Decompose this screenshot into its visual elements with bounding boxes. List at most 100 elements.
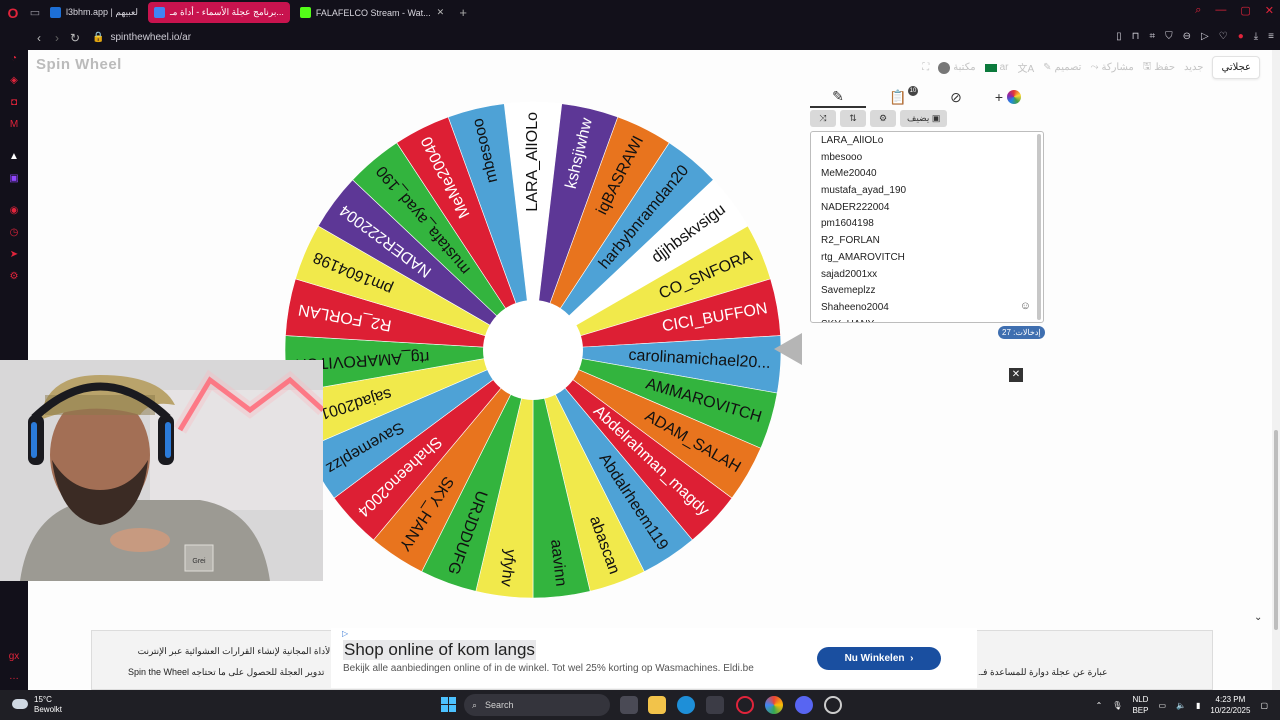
messenger-icon[interactable]: ◘ bbox=[7, 96, 21, 110]
send-icon[interactable]: ➤ bbox=[7, 248, 21, 262]
advertisement[interactable]: ▷ Shop online of kom langs Bekijk alle a… bbox=[331, 628, 977, 688]
scrollbar-thumb[interactable] bbox=[1274, 430, 1278, 630]
m-icon[interactable]: M bbox=[7, 118, 21, 132]
display-icon[interactable]: ▭ bbox=[1158, 701, 1166, 710]
history-icon[interactable]: ◷ bbox=[7, 226, 21, 240]
download-icon[interactable]: ⤓ bbox=[1254, 31, 1258, 42]
language-indicator[interactable]: NLD BEP bbox=[1132, 694, 1148, 716]
reload-icon[interactable]: ↻ bbox=[66, 31, 84, 45]
battery-icon[interactable]: ▮ bbox=[1196, 701, 1200, 710]
sort-button[interactable]: ⇅ bbox=[840, 110, 866, 127]
gallery-button[interactable]: مكتبة bbox=[938, 61, 976, 74]
gx-icon[interactable]: gx bbox=[7, 650, 21, 664]
entry-line[interactable]: Shaheeno2004 bbox=[821, 300, 1033, 317]
microphone-icon[interactable]: 🎙 bbox=[1112, 701, 1122, 710]
entry-line[interactable]: mbesooo bbox=[821, 150, 1033, 167]
fullscreen-button[interactable]: ⛶ bbox=[922, 62, 929, 73]
my-wheels-button[interactable]: عجلاتي bbox=[1212, 56, 1260, 79]
opera-logo-icon[interactable]: O bbox=[0, 0, 26, 25]
heart-icon[interactable]: ♡ bbox=[1219, 31, 1228, 42]
entries-textarea[interactable]: LARA_AlIOLo mbesooo MeMe20040 mustafa_ayad_… bbox=[810, 131, 1044, 323]
wheel-center-hub[interactable] bbox=[483, 300, 583, 400]
entries-scrollbar[interactable] bbox=[1037, 134, 1041, 320]
twitch-icon[interactable]: ▣ bbox=[7, 172, 21, 186]
ad-cta-button[interactable]: Nu Winkelen › bbox=[817, 647, 941, 670]
back-icon[interactable]: ‹ bbox=[30, 31, 48, 45]
store-icon[interactable] bbox=[706, 696, 724, 714]
bookmark-icon[interactable]: ⊓ bbox=[1132, 31, 1140, 42]
page-scrollbar[interactable] bbox=[1272, 50, 1280, 690]
language-button[interactable]: ar bbox=[984, 62, 1008, 73]
tab-spin-wheel[interactable]: برنامج عجلة الأسماء - أداة مـ... bbox=[148, 2, 290, 23]
tab-add-color[interactable]: + bbox=[980, 86, 1036, 108]
notification-icon[interactable]: ▢ bbox=[1260, 701, 1268, 710]
taskbar-search[interactable]: ⌕ Search bbox=[464, 694, 610, 716]
spin-wheel[interactable]: LARA_AlIOLo kshsjiwhw iqBASRAWI harbybnramd… bbox=[283, 100, 783, 600]
more-icon[interactable]: … bbox=[7, 670, 21, 684]
crypto-wallet-icon[interactable]: ◈ bbox=[7, 74, 21, 88]
task-view-icon[interactable] bbox=[620, 696, 638, 714]
entry-line[interactable]: sajad2001xx bbox=[821, 267, 1033, 284]
entry-line[interactable]: MeMe20040 bbox=[821, 166, 1033, 183]
minimize-icon[interactable]: — bbox=[1215, 4, 1226, 17]
search-icon[interactable]: ⌕ bbox=[1195, 4, 1201, 17]
maximize-icon[interactable]: ▢ bbox=[1240, 4, 1250, 17]
windows-start-icon[interactable] bbox=[441, 697, 456, 712]
opera-gx-icon[interactable] bbox=[736, 696, 754, 714]
player-sidebar-icon[interactable]: ◉ bbox=[7, 204, 21, 218]
chrome-icon[interactable] bbox=[765, 696, 783, 714]
adblock-icon[interactable]: ⊖ bbox=[1183, 31, 1191, 42]
tab-edit[interactable]: ✎ bbox=[810, 86, 866, 108]
file-explorer-icon[interactable] bbox=[648, 696, 666, 714]
discord-icon[interactable] bbox=[795, 696, 813, 714]
site-logo[interactable]: Spin Wheel bbox=[36, 56, 122, 73]
share-button[interactable]: ⤳ مشاركة bbox=[1090, 62, 1133, 73]
entry-line[interactable]: pm1604198 bbox=[821, 216, 1033, 233]
tab-falafelco[interactable]: FALAFELCO Stream - Wat... ✕ bbox=[294, 2, 450, 23]
volume-icon[interactable]: 🔈 bbox=[1176, 701, 1186, 710]
account-icon[interactable]: ● bbox=[1238, 31, 1244, 42]
adchoices-icon[interactable]: ▷ bbox=[342, 629, 348, 638]
entry-line[interactable]: mustafa_ayad_190 bbox=[821, 183, 1033, 200]
close-tab-icon[interactable]: ✕ bbox=[437, 7, 445, 18]
clock[interactable]: 4:23 PM 10/22/2025 bbox=[1210, 694, 1250, 716]
menu-icon[interactable]: ≡ bbox=[1268, 31, 1274, 42]
entry-line[interactable]: NADER222004 bbox=[821, 200, 1033, 217]
close-window-icon[interactable]: ✕ bbox=[1265, 4, 1274, 17]
entry-line[interactable]: R2_FORLAN bbox=[821, 233, 1033, 250]
new-tab-button[interactable]: + bbox=[454, 5, 472, 20]
url-field[interactable]: 🔒 spinthewheel.io/ar bbox=[92, 32, 191, 43]
entry-line[interactable]: SKY_HANY bbox=[821, 317, 1033, 322]
obs-icon[interactable] bbox=[824, 696, 842, 714]
tab-l3bhm[interactable]: l3bhm.app | لعبيهم bbox=[44, 2, 144, 23]
workspaces-icon[interactable]: ▭ bbox=[26, 6, 44, 19]
ad-title[interactable]: Shop online of kom langs bbox=[343, 640, 536, 660]
tab-results[interactable]: 📋 10 bbox=[870, 86, 926, 108]
settings-button[interactable]: ⚙ bbox=[870, 110, 896, 127]
tab-hide[interactable]: ⊘ bbox=[928, 86, 984, 108]
player-icon[interactable]: ▷ bbox=[1201, 31, 1209, 42]
translate-button[interactable]: 文A bbox=[1017, 60, 1034, 75]
entry-line[interactable]: Savemeplzz bbox=[821, 283, 1033, 300]
chevron-up-icon[interactable]: ⌃ bbox=[1096, 701, 1103, 710]
shuffle-button[interactable]: ⤨ bbox=[810, 110, 836, 127]
entry-line[interactable]: LARA_AlIOLo bbox=[821, 133, 1033, 150]
save-button[interactable]: 🖫 حفظ bbox=[1143, 59, 1175, 76]
edge-icon[interactable] bbox=[677, 696, 695, 714]
weather-widget[interactable]: 15°C Bewolkt bbox=[12, 695, 62, 715]
screenshot-icon[interactable]: ⌗ bbox=[1149, 31, 1155, 42]
close-icon[interactable]: ✕ bbox=[1009, 368, 1023, 382]
emoji-icon[interactable]: ☺ bbox=[1020, 300, 1031, 312]
forward-icon[interactable]: › bbox=[48, 31, 66, 45]
settings-icon[interactable]: ⚙ bbox=[7, 270, 21, 284]
design-button[interactable]: ✎ تصميم bbox=[1043, 62, 1081, 73]
chevron-down-icon[interactable]: ⌄ bbox=[1254, 612, 1262, 623]
aria-icon[interactable]: ◔ bbox=[7, 52, 21, 66]
kick-icon[interactable]: ▲ bbox=[7, 150, 21, 164]
tab-snap-icon[interactable]: ▯ bbox=[1116, 31, 1122, 42]
vpn-icon[interactable]: ⛉ bbox=[1165, 31, 1173, 42]
entry-line[interactable]: rtg_AMAROVITCH bbox=[821, 250, 1033, 267]
add-image-button[interactable]: يضيف ▣ bbox=[900, 110, 948, 127]
new-button[interactable]: جديد bbox=[1184, 62, 1203, 73]
wheel-svg[interactable]: LARA_AlIOLo kshsjiwhwiqBASRAWIharbybnramd… bbox=[283, 100, 783, 600]
